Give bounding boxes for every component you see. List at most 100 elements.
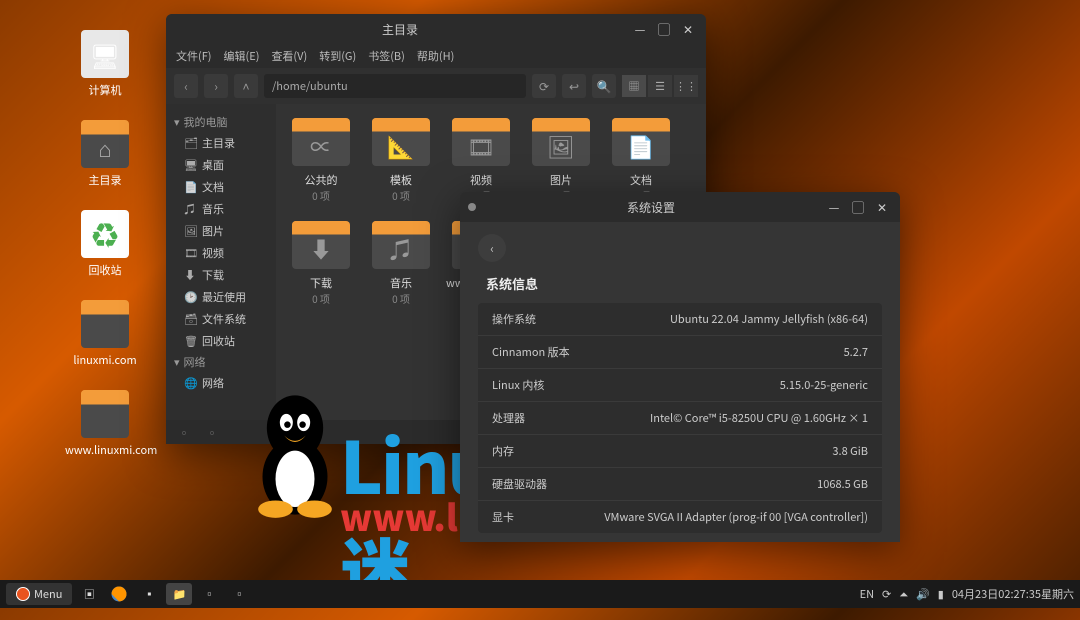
- folder-name: 文档: [606, 172, 676, 188]
- settings-window: 系统设置 — ▢ ✕ ‹ 系统信息 操作系统Ubuntu 22.04 Jammy…: [460, 192, 900, 542]
- back-button[interactable]: ‹: [174, 74, 198, 98]
- sidebar-item-videos[interactable]: 🎞视频: [166, 242, 276, 264]
- icon-view-button[interactable]: ▦: [622, 75, 646, 97]
- info-row: Cinnamon 版本5.2.7: [478, 336, 882, 369]
- fm-menubar: 文件(F) 编辑(E) 查看(V) 转到(G) 书签(B) 帮助(H): [166, 44, 706, 68]
- sidebar-item-home[interactable]: 🗂主目录: [166, 132, 276, 154]
- network-tray-icon[interactable]: ⏶: [899, 586, 908, 602]
- folder-name: 音乐: [366, 275, 436, 291]
- terminal-launcher[interactable]: ▪: [136, 583, 162, 605]
- folder-count: 0 项: [286, 188, 356, 203]
- music-icon: ♫: [184, 201, 196, 217]
- desktop-icon-label: 主目录: [70, 172, 140, 188]
- folder-icon: ∝: [292, 118, 350, 166]
- sidebar-item-network[interactable]: 🌐网络: [166, 372, 276, 394]
- firefox-launcher[interactable]: [106, 583, 132, 605]
- desktop-icon-computer[interactable]: 🖥 计算机: [70, 30, 140, 98]
- info-value: VMware SVGA II Adapter (prog-if 00 [VGA …: [514, 509, 868, 525]
- folder-item[interactable]: ⬇下载0 项: [286, 221, 356, 306]
- search-button[interactable]: 🔍: [592, 74, 616, 98]
- show-desktop-button[interactable]: ▣: [76, 583, 102, 605]
- maximize-button[interactable]: ▢: [848, 197, 868, 217]
- video-icon: 🎞: [184, 245, 196, 261]
- refresh-button[interactable]: ⟳: [532, 74, 556, 98]
- menu-go[interactable]: 转到(G): [319, 48, 356, 64]
- folder-icon: 🎞: [452, 118, 510, 166]
- back-button[interactable]: ‹: [478, 234, 506, 262]
- info-value: Ubuntu 22.04 Jammy Jellyfish (x86-64): [536, 311, 868, 327]
- info-key: 操作系统: [492, 311, 536, 327]
- menu-edit[interactable]: 编辑(E): [224, 48, 260, 64]
- folder-name: 模板: [366, 172, 436, 188]
- folder-item[interactable]: 📐模板0 项: [366, 118, 436, 203]
- desktop-icon-home[interactable]: 主目录: [70, 120, 140, 188]
- sidebar-item-trash[interactable]: 🗑回收站: [166, 330, 276, 352]
- fm-titlebar[interactable]: 主目录 — ▢ ✕: [166, 14, 706, 44]
- battery-tray-icon[interactable]: ▮: [938, 586, 944, 602]
- updates-icon[interactable]: ⟳: [882, 586, 891, 602]
- settings-titlebar[interactable]: 系统设置 — ▢ ✕: [460, 192, 900, 222]
- sound-tray-icon[interactable]: 🔊: [916, 586, 930, 602]
- folder-count: 0 项: [366, 291, 436, 306]
- section-title: 系统信息: [478, 274, 882, 293]
- system-tray: EN ⟳ ⏶ 🔊 ▮ 04月23日02:27:35星期六: [860, 586, 1074, 602]
- path-input[interactable]: /home/ubuntu: [264, 74, 526, 98]
- desktop-icon-folder[interactable]: www.linuxmi.com: [65, 390, 145, 458]
- ubuntu-logo-icon: [16, 587, 30, 601]
- folder-item[interactable]: ∝公共的0 项: [286, 118, 356, 203]
- folder-item[interactable]: 📄文档0 项: [606, 118, 676, 203]
- list-view-button[interactable]: ☰: [648, 75, 672, 97]
- info-row: 硬盘驱动器1068.5 GB: [478, 468, 882, 501]
- info-row: 显卡VMware SVGA II Adapter (prog-if 00 [VG…: [478, 501, 882, 533]
- sidebar-item-pictures[interactable]: 🖼图片: [166, 220, 276, 242]
- firefox-icon: [110, 585, 128, 603]
- folder-count: 0 项: [366, 188, 436, 203]
- info-value: 1068.5 GB: [547, 476, 868, 492]
- folder-name: 视频: [446, 172, 516, 188]
- sidebar-item-desktop[interactable]: 🖥桌面: [166, 154, 276, 176]
- sidebar-item-recent[interactable]: 🕑最近使用: [166, 286, 276, 308]
- sidebar-item-filesystem[interactable]: 🗃文件系统: [166, 308, 276, 330]
- menu-bookmarks[interactable]: 书签(B): [368, 48, 405, 64]
- close-button[interactable]: ✕: [872, 197, 892, 217]
- task-item[interactable]: ▫: [226, 583, 252, 605]
- close-button[interactable]: ✕: [678, 19, 698, 39]
- info-key: Cinnamon 版本: [492, 344, 570, 360]
- files-launcher[interactable]: 📁: [166, 583, 192, 605]
- picture-icon: 🖼: [184, 223, 196, 239]
- compact-view-button[interactable]: ⋮⋮: [674, 75, 698, 97]
- minimize-button[interactable]: —: [824, 197, 844, 217]
- desktop-icon-trash[interactable]: 回收站: [70, 210, 140, 278]
- folder-item[interactable]: 🎞视频0 项: [446, 118, 516, 203]
- trash-icon: [81, 210, 129, 258]
- maximize-button[interactable]: ▢: [654, 19, 674, 39]
- sidebar-item-music[interactable]: ♫音乐: [166, 198, 276, 220]
- info-key: 硬盘驱动器: [492, 476, 547, 492]
- task-item[interactable]: ▫: [196, 583, 222, 605]
- sidebar-item-documents[interactable]: 📄文档: [166, 176, 276, 198]
- sidebar-group-mycomputer[interactable]: ▾ 我的电脑: [166, 112, 276, 132]
- sidebar-group-network[interactable]: ▾ 网络: [166, 352, 276, 372]
- menu-view[interactable]: 查看(V): [271, 48, 307, 64]
- menu-help[interactable]: 帮助(H): [417, 48, 454, 64]
- show-hidden-button[interactable]: ▫: [174, 424, 194, 440]
- info-row: 操作系统Ubuntu 22.04 Jammy Jellyfish (x86-64…: [478, 303, 882, 336]
- folder-item[interactable]: 🖼图片0 项: [526, 118, 596, 203]
- sidebar-item-downloads[interactable]: ⬇下载: [166, 264, 276, 286]
- clock[interactable]: 04月23日02:27:35星期六: [952, 586, 1074, 602]
- folder-item[interactable]: ♫ 音乐0 项: [366, 221, 436, 306]
- menu-file[interactable]: 文件(F): [176, 48, 212, 64]
- desktop-icon-folder[interactable]: linuxmi.com: [70, 300, 140, 368]
- minimize-button[interactable]: —: [630, 19, 650, 39]
- info-key: 显卡: [492, 509, 514, 525]
- folder-icon: 🖼: [532, 118, 590, 166]
- forward-button[interactable]: ›: [204, 74, 228, 98]
- info-key: Linux 内核: [492, 377, 544, 393]
- desktop-icon-label: linuxmi.com: [70, 352, 140, 368]
- language-indicator[interactable]: EN: [860, 586, 874, 602]
- up-button[interactable]: ˄: [234, 74, 258, 98]
- toggle-path-button[interactable]: ↩: [562, 74, 586, 98]
- show-places-button[interactable]: ▫: [202, 424, 222, 440]
- menu-button[interactable]: Menu: [6, 583, 72, 605]
- folder-icon: ♫: [372, 221, 430, 269]
